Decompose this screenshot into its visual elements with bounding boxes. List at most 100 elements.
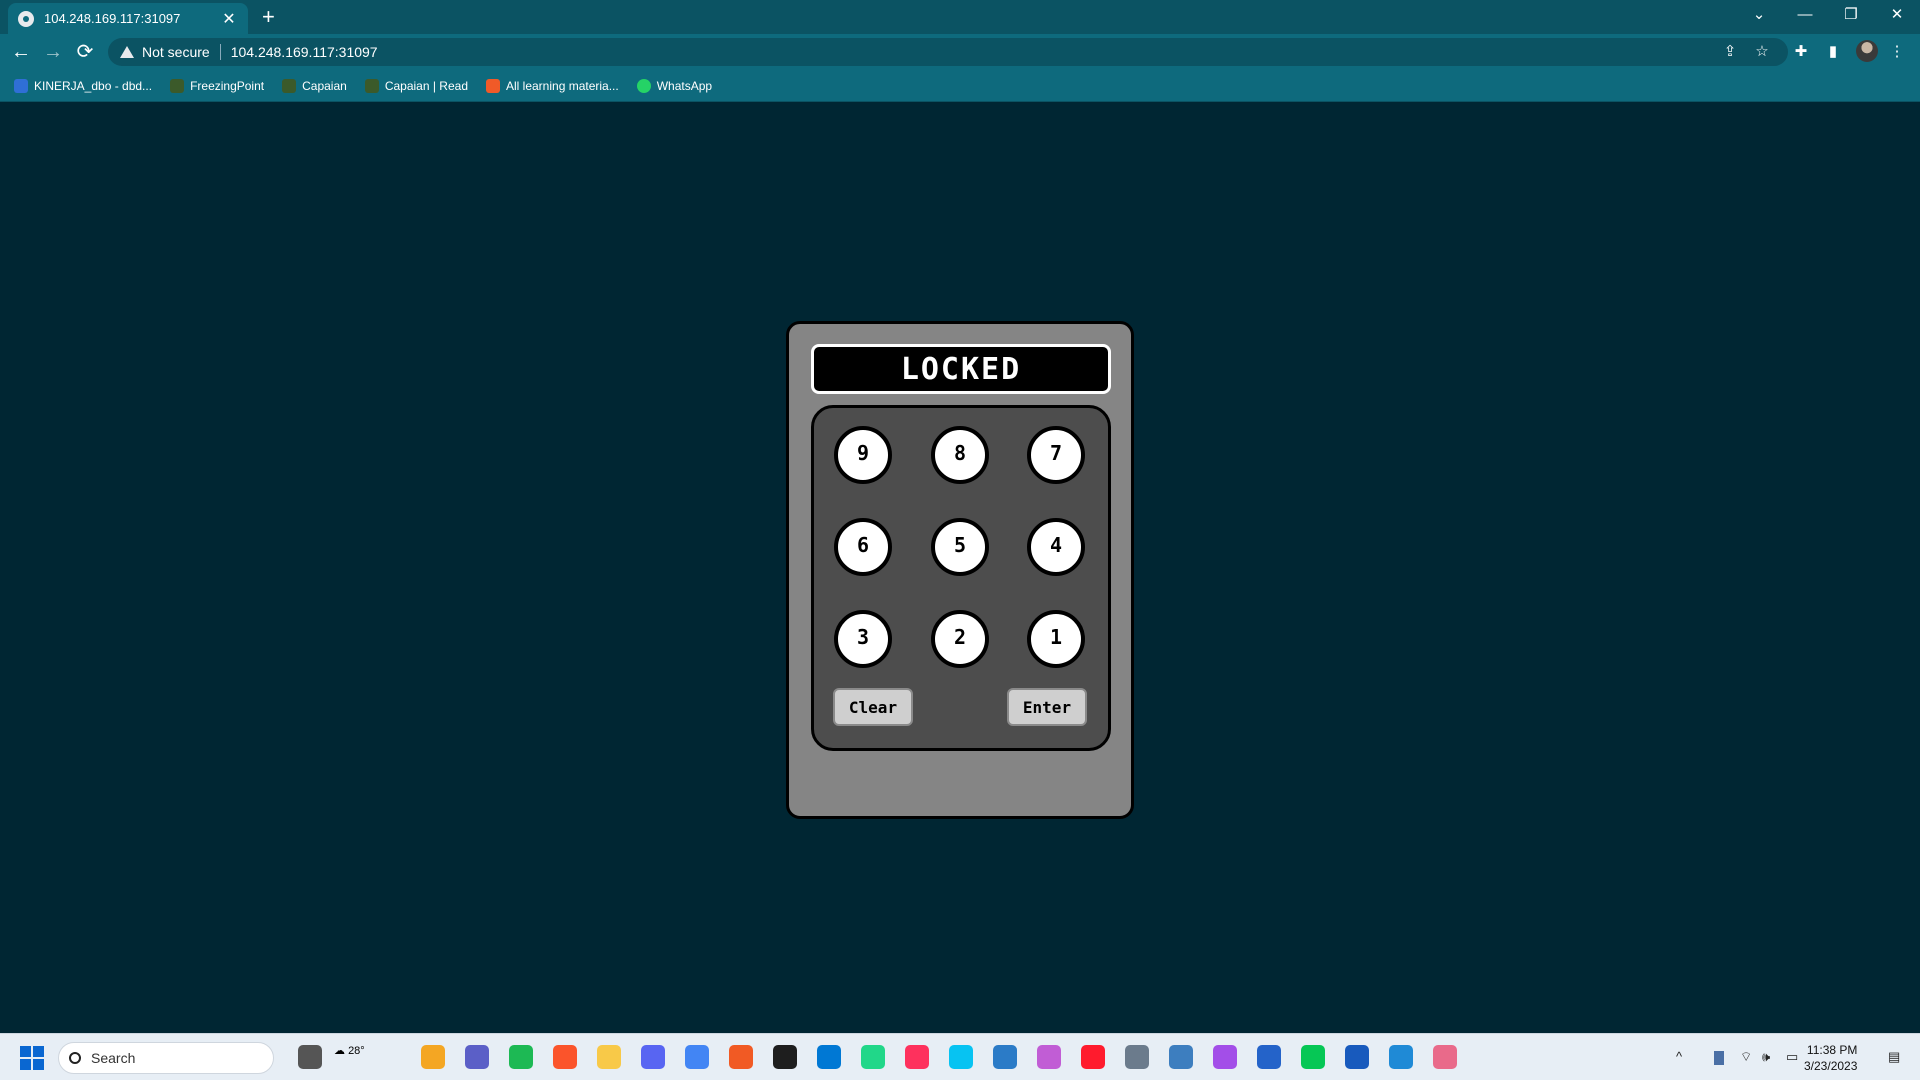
globe-icon (18, 10, 34, 27)
address-bar[interactable]: Not secure 104.248.169.117:31097 (108, 38, 1788, 66)
taskbar-app-icon[interactable] (641, 1045, 665, 1069)
weather-widget[interactable]: ☁ 28° (334, 1044, 365, 1057)
url-text[interactable]: 104.248.169.117:31097 (231, 44, 378, 60)
bookmark-label: All learning materia... (506, 78, 619, 93)
taskbar-app-icon[interactable] (1389, 1045, 1413, 1069)
clear-button[interactable]: Clear (833, 688, 913, 726)
enter-button[interactable]: Enter (1007, 688, 1087, 726)
browser-toolbar: ← → ⟳ Not secure 104.248.169.117:31097 ⇪… (0, 34, 1920, 70)
weather-icon: ☁ (334, 1045, 345, 1057)
taskbar-app-icon[interactable] (1169, 1045, 1193, 1069)
key-8[interactable]: 8 (931, 426, 989, 484)
reload-button[interactable]: ⟳ (72, 40, 98, 64)
bookmarks-bar: KINERJA_dbo - dbd... FreezingPoint Capai… (0, 70, 1920, 102)
taskbar: Search ☁ 28° ^ ⌔ 🕪 ▭ 11:38 PM 3/23/2023 … (0, 1033, 1920, 1080)
tab-list-icon[interactable]: ⌄ (1744, 4, 1774, 26)
taskbar-app-icon[interactable] (1257, 1045, 1281, 1069)
restore-button[interactable]: ❐ (1836, 4, 1866, 26)
windows-start-icon[interactable] (20, 1046, 44, 1070)
bookmark-item[interactable]: All learning materia... (486, 78, 619, 93)
key-4[interactable]: 4 (1027, 518, 1085, 576)
separator (219, 44, 221, 60)
key-7[interactable]: 7 (1027, 426, 1085, 484)
bookmark-item[interactable]: Capaian (282, 78, 347, 93)
close-window-button[interactable]: ✕ (1882, 4, 1912, 26)
share-icon[interactable]: ⇪ (1719, 42, 1741, 62)
tab-strip: 104.248.169.117:31097 ✕ + ⌄ — ❐ ✕ (0, 0, 1920, 34)
task-view-icon[interactable] (298, 1045, 322, 1069)
tab-title: 104.248.169.117:31097 (44, 11, 181, 26)
taskbar-app-icon[interactable] (1213, 1045, 1237, 1069)
taskbar-app-icon[interactable] (1125, 1045, 1149, 1069)
bookmark-icon (282, 78, 297, 93)
taskbar-app-icon[interactable] (1345, 1045, 1369, 1069)
bookmark-label: WhatsApp (656, 78, 713, 93)
search-placeholder: Search (91, 1050, 136, 1066)
bookmark-item[interactable]: FreezingPoint (170, 78, 265, 93)
bookmark-icon (170, 78, 185, 93)
taskbar-app-icon[interactable] (773, 1045, 797, 1069)
tray-overflow-icon[interactable]: ^ (1676, 1048, 1682, 1066)
bookmark-item[interactable]: Capaian | Read (364, 78, 468, 93)
new-tab-button[interactable]: + (262, 5, 275, 29)
key-2[interactable]: 2 (931, 610, 989, 668)
taskbar-clock[interactable]: 11:38 PM 3/23/2023 (1804, 1042, 1857, 1074)
search-icon (69, 1052, 81, 1064)
bookmark-label: KINERJA_dbo - dbd... (34, 78, 153, 93)
back-button[interactable]: ← (8, 40, 34, 64)
key-6[interactable]: 6 (834, 518, 892, 576)
taskbar-app-icon[interactable] (421, 1045, 445, 1069)
taskbar-app-icon[interactable] (509, 1045, 533, 1069)
taskbar-app-icon[interactable] (949, 1045, 973, 1069)
bookmark-icon (486, 78, 500, 93)
taskbar-app-icon[interactable] (861, 1045, 885, 1069)
taskbar-app-icon[interactable] (729, 1045, 753, 1069)
browser-tab[interactable]: 104.248.169.117:31097 ✕ (8, 3, 248, 34)
bookmark-icon (14, 78, 28, 93)
key-1[interactable]: 1 (1027, 610, 1085, 668)
taskbar-app-icon[interactable] (1301, 1045, 1325, 1069)
tab-close-icon[interactable]: ✕ (220, 9, 238, 29)
profile-avatar[interactable] (1856, 40, 1878, 62)
key-9[interactable]: 9 (834, 426, 892, 484)
taskbar-app-icon[interactable] (553, 1045, 577, 1069)
tray-app-icon[interactable] (1714, 1051, 1724, 1065)
bookmark-label: Capaian | Read (384, 78, 468, 93)
lock-device: LOCKED 9 8 7 6 5 4 3 2 1 Clear Enter (786, 321, 1134, 819)
menu-icon[interactable]: ⋮ (1886, 42, 1908, 62)
clock-time: 11:38 PM (1806, 1043, 1858, 1057)
minimize-button[interactable]: — (1790, 4, 1820, 26)
taskbar-app-icon[interactable] (1081, 1045, 1105, 1069)
volume-icon[interactable]: 🕪 (1762, 1048, 1770, 1066)
notification-icon[interactable]: ▤ (1888, 1048, 1900, 1066)
extensions-icon[interactable]: ✚ (1790, 42, 1812, 62)
taskbar-app-icon[interactable] (1433, 1045, 1457, 1069)
taskbar-app-icon[interactable] (597, 1045, 621, 1069)
taskbar-search[interactable]: Search (58, 1042, 274, 1074)
bookmark-item[interactable]: KINERJA_dbo - dbd... (14, 78, 153, 93)
lock-display: LOCKED (811, 344, 1111, 394)
bookmark-item[interactable]: WhatsApp (636, 78, 713, 93)
taskbar-app-icon[interactable] (1037, 1045, 1061, 1069)
wifi-icon[interactable]: ⌔ (1740, 1048, 1752, 1066)
bookmark-icon (364, 78, 379, 93)
keypad: 9 8 7 6 5 4 3 2 1 Clear Enter (811, 405, 1111, 751)
page-content: LOCKED 9 8 7 6 5 4 3 2 1 Clear Enter (0, 103, 1920, 1033)
taskbar-app-icon[interactable] (905, 1045, 929, 1069)
security-label[interactable]: Not secure (142, 44, 210, 60)
bookmark-label: Capaian (302, 78, 347, 93)
side-panel-icon[interactable]: ▮ (1822, 42, 1844, 62)
key-5[interactable]: 5 (931, 518, 989, 576)
taskbar-app-icon[interactable] (465, 1045, 489, 1069)
whatsapp-icon (636, 78, 651, 93)
taskbar-app-icon[interactable] (685, 1045, 709, 1069)
bookmark-star-icon[interactable]: ☆ (1751, 42, 1773, 62)
weather-temp: 28° (348, 1045, 365, 1057)
taskbar-app-icon[interactable] (817, 1045, 841, 1069)
key-3[interactable]: 3 (834, 610, 892, 668)
bookmark-label: FreezingPoint (190, 78, 265, 93)
forward-button[interactable]: → (40, 40, 66, 64)
taskbar-app-icon[interactable] (993, 1045, 1017, 1069)
battery-icon[interactable]: ▭ (1786, 1048, 1798, 1066)
clock-date: 3/23/2023 (1804, 1059, 1858, 1073)
